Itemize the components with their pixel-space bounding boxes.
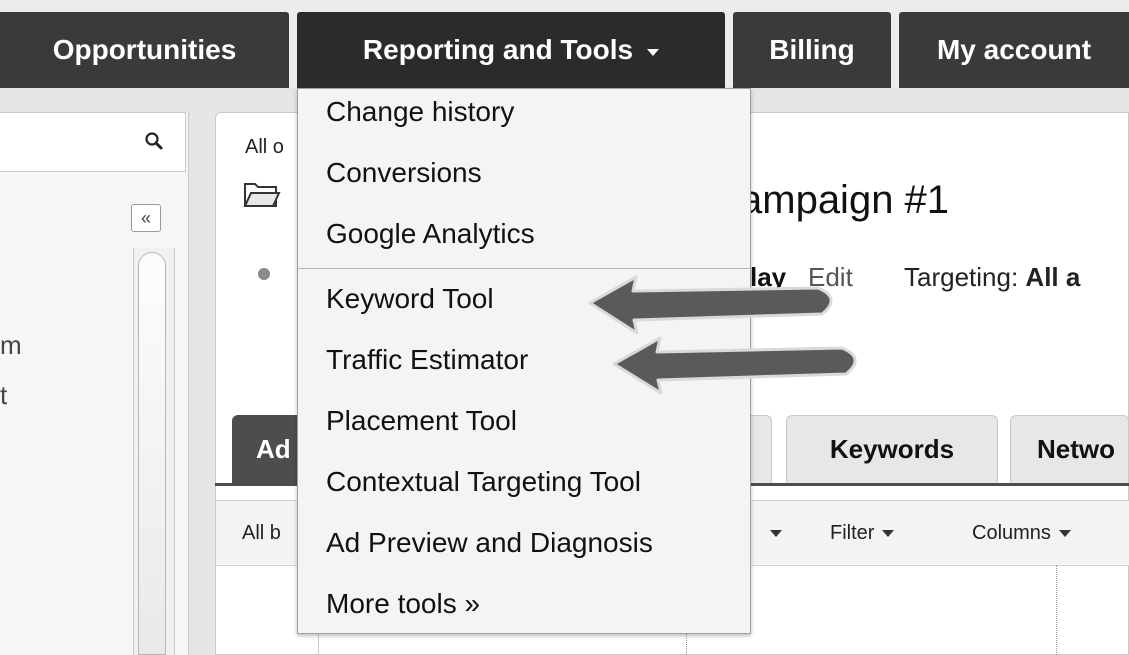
menu-item-ad-preview-and-diagnosis[interactable]: Ad Preview and Diagnosis [326, 527, 653, 559]
status-icon [258, 268, 270, 280]
page-title: ampaign #1 [740, 178, 950, 222]
tab-my-account[interactable]: My account [899, 12, 1129, 88]
menu-divider [298, 268, 750, 269]
menu-item-keyword-tool[interactable]: Keyword Tool [326, 283, 494, 315]
tab-networks[interactable]: Netwo [1010, 415, 1129, 483]
filter-label: Filter [830, 522, 875, 544]
targeting-value: All a [1025, 262, 1081, 292]
tab-label: Opportunities [52, 34, 237, 65]
menu-item-contextual-targeting-tool[interactable]: Contextual Targeting Tool [326, 466, 641, 498]
segment-dropdown[interactable] [762, 522, 782, 545]
columns-label: Columns [972, 522, 1051, 544]
chevron-down-icon [647, 48, 660, 56]
search-input[interactable] [0, 112, 186, 172]
columns-dropdown[interactable]: Columns [972, 522, 1071, 545]
tab-label: My account [936, 34, 1092, 65]
tab-keywords[interactable]: Keywords [786, 415, 998, 483]
tab-label: Reporting and Tools [362, 34, 634, 65]
menu-item-google-analytics[interactable]: Google Analytics [326, 218, 535, 250]
all-filter-dropdown[interactable]: All b [242, 522, 281, 545]
top-navigation: Opportunities Reporting and Tools Billin… [0, 0, 1129, 88]
search-icon[interactable] [144, 131, 164, 151]
chevron-down-icon [882, 530, 895, 538]
filter-dropdown[interactable]: Filter [830, 522, 895, 545]
tab-billing[interactable]: Billing [733, 12, 891, 88]
tree-item-fragment: m [0, 330, 22, 360]
folder-icon [243, 183, 281, 207]
scrollbar-thumb[interactable] [138, 252, 166, 655]
status-link[interactable]: lay [750, 262, 786, 293]
tree-item-fragment: t [0, 380, 8, 410]
menu-item-more-tools[interactable]: More tools » [326, 588, 480, 620]
tab-label: Keywords [829, 434, 955, 464]
tab-opportunities[interactable]: Opportunities [0, 12, 289, 88]
targeting-info: Targeting: All a [904, 262, 1080, 293]
tab-label: Billing [769, 34, 855, 65]
chevron-down-icon [770, 530, 782, 538]
collapse-sidebar-button[interactable]: « [131, 204, 161, 232]
breadcrumb[interactable]: All o [245, 136, 284, 159]
menu-item-traffic-estimator[interactable]: Traffic Estimator [326, 344, 528, 376]
tab-label: Netwo [1037, 434, 1115, 464]
menu-item-conversions[interactable]: Conversions [326, 157, 482, 189]
column-divider [1056, 565, 1057, 655]
menu-item-placement-tool[interactable]: Placement Tool [326, 405, 517, 437]
edit-link[interactable]: Edit [808, 262, 853, 293]
tab-label: Ad [256, 433, 291, 464]
tab-reporting-and-tools[interactable]: Reporting and Tools [297, 12, 725, 88]
chevron-down-icon [1058, 530, 1071, 538]
menu-item-change-history[interactable]: Change history [326, 96, 514, 128]
targeting-label: Targeting: [904, 262, 1019, 292]
